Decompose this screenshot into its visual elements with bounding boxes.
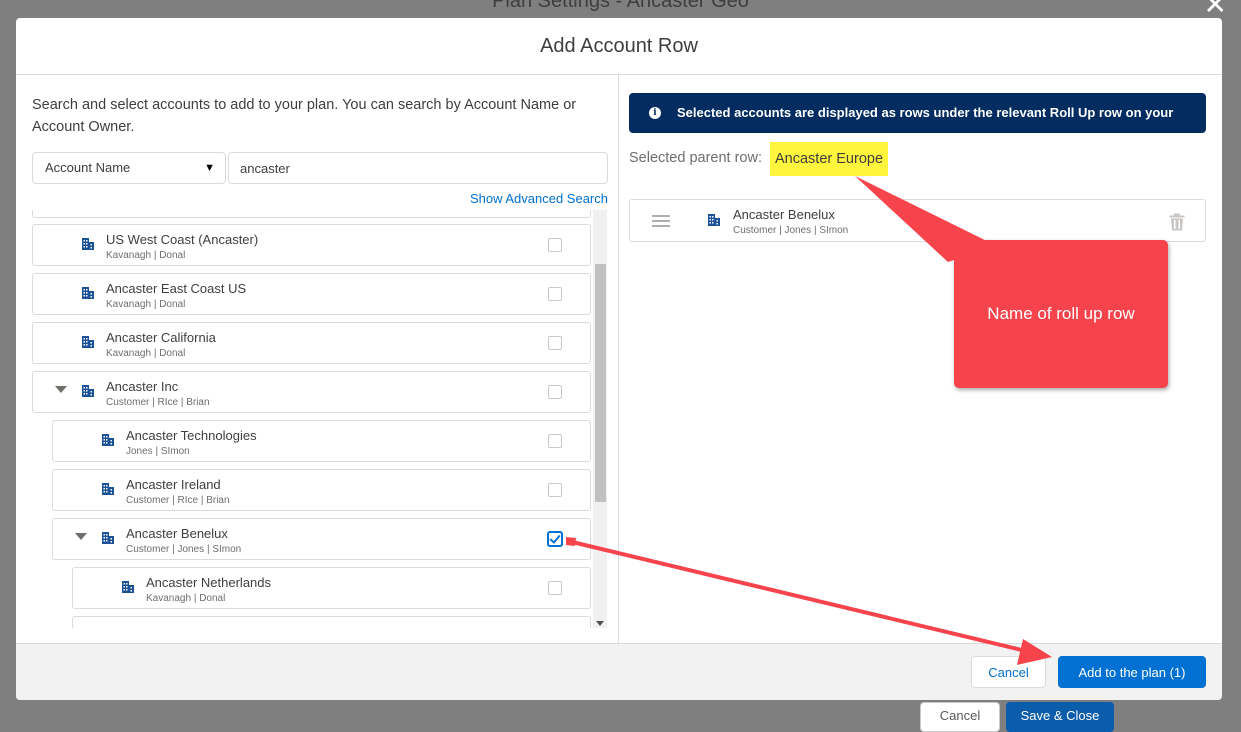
add-account-row-modal: Add Account Row Search and select accoun…: [16, 18, 1222, 700]
search-field-select[interactable]: Account Name ▼: [32, 152, 226, 184]
list-item[interactable]: Ancaster Benelux Customer | Jones | SImo…: [52, 518, 591, 560]
account-icon: [82, 287, 94, 299]
account-icon: [82, 385, 94, 397]
account-icon: [102, 532, 114, 544]
list-item[interactable]: US West Coast (Ancaster) Kavanagh | Dona…: [32, 224, 591, 266]
account-details: Customer | Jones | SImon: [126, 544, 242, 555]
select-checkbox[interactable]: [548, 385, 562, 399]
selected-parent-value: Ancaster Europe: [770, 142, 889, 176]
modal-footer: Cancel Add to the plan (1): [16, 643, 1222, 700]
account-name: Ancaster Technologies: [126, 428, 257, 443]
account-name: US West Coast (Ancaster): [106, 232, 259, 247]
panel-divider: [618, 75, 619, 644]
select-checkbox[interactable]: [548, 238, 562, 252]
background-cancel-button[interactable]: Cancel: [920, 702, 1000, 732]
account-name: Ancaster East Coast US: [106, 281, 247, 296]
select-checkbox-checked[interactable]: [548, 532, 562, 546]
list-item[interactable]: Ancaster Netherlands Kavanagh | Donal: [72, 567, 591, 609]
background-save-close-button[interactable]: Save & Close: [1006, 702, 1114, 732]
account-icon: [82, 238, 94, 250]
scroll-down-arrow-icon[interactable]: [596, 621, 604, 626]
annotation-callout: Name of roll up row: [954, 240, 1168, 388]
list-item[interactable]: Ancaster Inc Customer | RIce | Brian: [32, 371, 591, 413]
account-name: Ancaster Benelux: [126, 526, 228, 541]
info-banner: i Selected accounts are displayed as row…: [629, 93, 1206, 133]
account-icon: [122, 581, 134, 593]
account-details: Kavanagh | Donal: [146, 593, 226, 604]
account-icon: [82, 336, 94, 348]
modal-title: Add Account Row: [16, 18, 1222, 75]
caret-down-icon: ▼: [204, 162, 215, 174]
cancel-button[interactable]: Cancel: [971, 656, 1046, 688]
list-item-partial[interactable]: [72, 616, 591, 628]
search-field-selected: Account Name: [45, 160, 131, 175]
list-item[interactable]: Ancaster East Coast US Kavanagh | Donal: [32, 273, 591, 315]
select-checkbox[interactable]: [548, 483, 562, 497]
selected-account-name: Ancaster Benelux: [733, 207, 835, 222]
account-details: Jones | SImon: [126, 446, 190, 457]
selected-account-row[interactable]: Ancaster Benelux Customer | Jones | SImo…: [629, 199, 1206, 242]
drag-handle-icon[interactable]: [652, 215, 670, 227]
scrollbar-thumb[interactable]: [595, 264, 606, 502]
select-checkbox[interactable]: [548, 336, 562, 350]
account-icon: [708, 214, 720, 226]
list-scrollbar[interactable]: [593, 210, 607, 628]
account-details: Customer | RIce | Brian: [106, 397, 210, 408]
account-name: Ancaster Inc: [106, 379, 179, 394]
account-name: Ancaster California: [106, 330, 216, 345]
background-page-title: Plan Settings - Ancaster Geo: [492, 0, 749, 12]
account-icon: [102, 434, 114, 446]
intro-text: Search and select accounts to add to you…: [32, 97, 577, 135]
list-item[interactable]: Ancaster Ireland Customer | RIce | Brian: [52, 469, 591, 511]
selected-parent-label: Selected parent row:: [629, 150, 762, 166]
select-checkbox[interactable]: [548, 434, 562, 448]
chevron-down-icon[interactable]: [75, 533, 87, 540]
account-details: Customer | RIce | Brian: [126, 495, 230, 506]
account-name: Ancaster Ireland: [126, 477, 221, 492]
info-icon: i: [649, 107, 661, 119]
list-item-partial: [32, 210, 591, 218]
account-name: Ancaster Netherlands: [146, 575, 272, 590]
account-details: Kavanagh | Donal: [106, 348, 186, 359]
show-advanced-search-link[interactable]: Show Advanced Search: [470, 191, 608, 206]
search-input[interactable]: [228, 152, 608, 184]
trash-icon[interactable]: [1169, 213, 1185, 231]
list-item[interactable]: Ancaster Technologies Jones | SImon: [52, 420, 591, 462]
account-details: Kavanagh | Donal: [106, 299, 186, 310]
select-checkbox[interactable]: [548, 581, 562, 595]
account-list[interactable]: US West Coast (Ancaster) Kavanagh | Dona…: [32, 210, 608, 628]
add-to-plan-button[interactable]: Add to the plan (1): [1058, 656, 1206, 688]
selected-account-details: Customer | Jones | SImon: [733, 225, 849, 236]
info-banner-text: Selected accounts are displayed as rows …: [677, 105, 1174, 120]
account-icon: [102, 483, 114, 495]
account-details: Kavanagh | Donal: [106, 250, 186, 261]
chevron-down-icon[interactable]: [55, 386, 67, 393]
select-checkbox[interactable]: [548, 287, 562, 301]
list-item[interactable]: Ancaster California Kavanagh | Donal: [32, 322, 591, 364]
